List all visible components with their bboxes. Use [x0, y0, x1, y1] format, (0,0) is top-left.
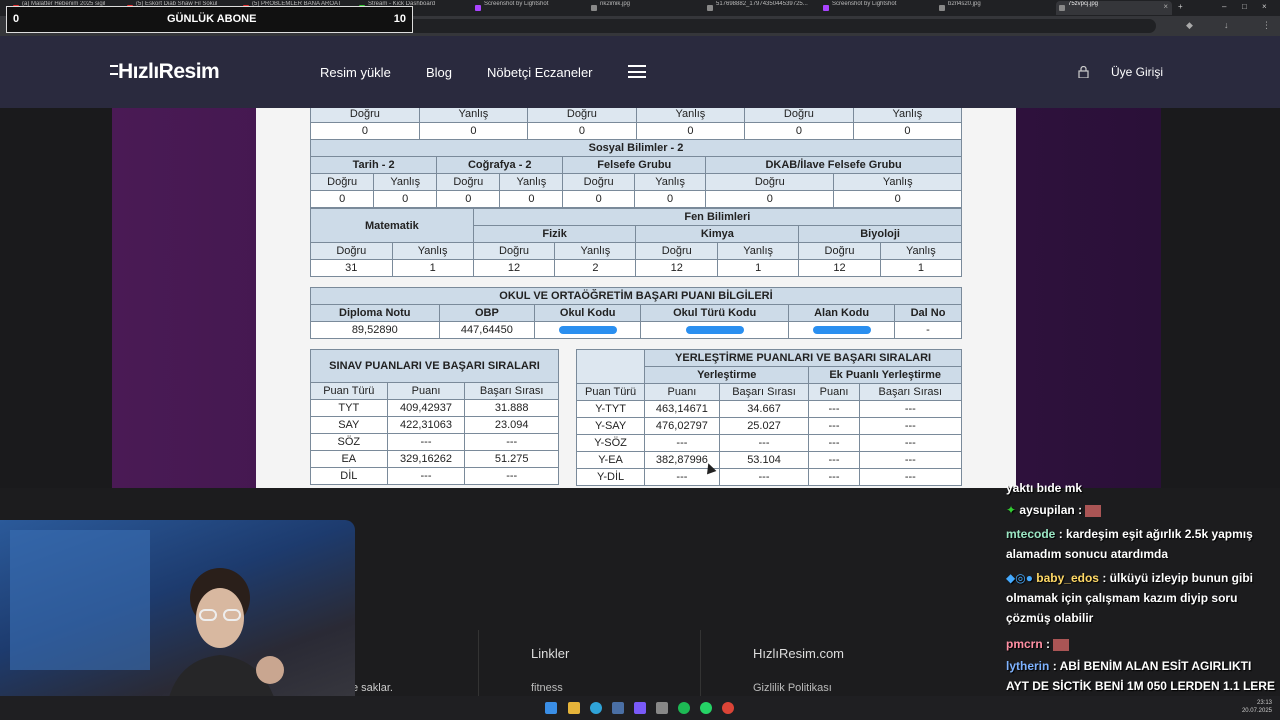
top-scores-table: Doğru Yanlış Doğru Yanlış Doğru Yanlış 0… [310, 108, 963, 140]
emote-icon [1053, 638, 1070, 651]
streamer-figure [165, 568, 284, 720]
speed-lines-icon [110, 65, 118, 75]
emote-icon [1085, 504, 1102, 517]
maximize-icon[interactable]: □ [1242, 2, 1247, 11]
start-icon[interactable] [545, 702, 557, 714]
redacted-field [788, 321, 896, 339]
taskbar-clock[interactable]: 23:13 20.07.2025 [1242, 699, 1272, 715]
site-header: HızlıResim Resim yükle Blog Nöbetçi Ecza… [0, 36, 1280, 108]
nav-upload-link[interactable]: Resim yükle [320, 65, 391, 80]
section-title: Sosyal Bilimler - 2 [310, 139, 962, 157]
chat-username: pmcrn [1006, 637, 1043, 651]
webcam-backdrop [10, 530, 150, 670]
chat-message: mtecode : kardeşim eşit ağırlık 2.5k yap… [1006, 527, 1253, 561]
browser-tab[interactable]: Screenshot by Lightshot [820, 1, 932, 15]
lock-icon [1078, 66, 1089, 78]
steam-icon[interactable] [612, 702, 624, 714]
browser-tab[interactable]: Screenshot by Lightshot [472, 1, 584, 15]
hamburger-menu-icon[interactable] [628, 65, 646, 78]
redacted-field [534, 321, 642, 339]
extensions-icon[interactable]: ◆ [1186, 20, 1193, 31]
subscriber-goal-overlay: 0 GÜNLÜK ABONE 10 [6, 6, 413, 33]
browser-tab[interactable]: 517698882_1797435044539725... [704, 1, 816, 15]
browser-tab[interactable]: b2rl4s20.jpg [936, 1, 1048, 15]
chat-username: aysupilan [1019, 503, 1075, 517]
footer-privacy-link[interactable]: Gizlilik Politikası [753, 682, 832, 694]
edge-icon[interactable] [590, 702, 602, 714]
chat-username: mtecode [1006, 527, 1056, 541]
redacted-field [640, 321, 790, 339]
footer-links-heading: Linkler [531, 646, 570, 661]
social-sciences-table: Sosyal Bilimler - 2 Tarih - 2 Coğrafya -… [309, 139, 962, 208]
badge-icon: ✦ [1006, 503, 1020, 517]
file-explorer-icon[interactable] [568, 702, 580, 714]
obs-icon[interactable] [656, 702, 668, 714]
whatsapp-icon[interactable] [700, 702, 712, 714]
nav-pharmacy-link[interactable]: Nöbetçi Eczaneler [487, 65, 593, 80]
windows-taskbar: 23:13 20.07.2025 [0, 696, 1280, 720]
footer-partial-text: e saklar. [352, 682, 393, 694]
lightshot-icon [475, 5, 481, 11]
spotify-icon[interactable] [678, 702, 690, 714]
minimize-icon[interactable]: – [1222, 2, 1226, 11]
footer-fitness-link[interactable]: fitness [531, 682, 563, 694]
badge-icon: ◆◎● [1006, 571, 1037, 585]
exam-scores-table: SINAV PUANLARI VE BAŞARI SIRALARI Puan T… [310, 349, 559, 485]
image-icon [591, 5, 597, 11]
chat-message: yaktı bıde mk [1006, 481, 1083, 495]
chat-message: ◆◎● baby_edos : ülküyü izleyip bunun gib… [1006, 571, 1253, 625]
obp-table: OKUL VE ORTAÖĞRETİM BAŞARI PUANI BİLGİLE… [310, 287, 962, 339]
chat-message: pmcrn : [1006, 634, 1070, 654]
section-title: YERLEŞTİRME PUANLARI VE BAŞARI SIRALARI [644, 349, 962, 367]
section-title: SINAV PUANLARI VE BAŞARI SIRALARI [310, 349, 559, 383]
streamer-webcam [0, 520, 355, 720]
site-logo[interactable]: HızlıResim [110, 60, 220, 84]
overlay-title: GÜNLÜK ABONE [167, 13, 257, 25]
chat-username: lytherin [1006, 659, 1050, 673]
discord-icon[interactable] [634, 702, 646, 714]
chat-message: ✦ aysupilan : [1006, 500, 1102, 520]
download-icon[interactable]: ↓ [1224, 20, 1229, 30]
overlay-left-count: 0 [13, 13, 20, 25]
close-icon[interactable]: × [1163, 2, 1168, 11]
stream-chat-overlay: yaktı bıde mk ✦ aysupilan : mtecode : ka… [1000, 478, 1280, 720]
footer-site-heading: HızlıResim.com [753, 646, 845, 661]
browser-tab[interactable]: nk2imik.jpg [588, 1, 700, 15]
section-title: OKUL VE ORTAÖĞRETİM BAŞARI PUANI BİLGİLE… [310, 287, 962, 305]
footer-divider [700, 630, 701, 696]
math-science-table: Matematik Fen Bilimleri Fizik Kimya Biyo… [310, 208, 963, 277]
overlay-right-count: 10 [393, 13, 406, 25]
close-window-icon[interactable]: × [1262, 2, 1267, 11]
chat-username: baby_edos [1036, 571, 1099, 585]
result-document-image: Doğru Yanlış Doğru Yanlış Doğru Yanlış 0… [256, 108, 1016, 488]
nav-blog-link[interactable]: Blog [426, 65, 452, 80]
browser-tab-active[interactable]: 75zvpcj.jpg × [1056, 1, 1172, 15]
chrome-icon[interactable] [722, 702, 734, 714]
image-icon [939, 5, 945, 11]
new-tab-icon[interactable]: + [1178, 2, 1183, 11]
login-link[interactable]: Üye Girişi [1111, 65, 1163, 79]
placement-scores-table: YERLEŞTİRME PUANLARI VE BAŞARI SIRALARI … [575, 349, 963, 486]
footer-divider [478, 630, 479, 696]
menu-icon[interactable]: ⋮ [1262, 20, 1271, 31]
globe-icon [707, 5, 713, 11]
image-icon [1059, 5, 1065, 11]
lightshot-icon [823, 5, 829, 11]
